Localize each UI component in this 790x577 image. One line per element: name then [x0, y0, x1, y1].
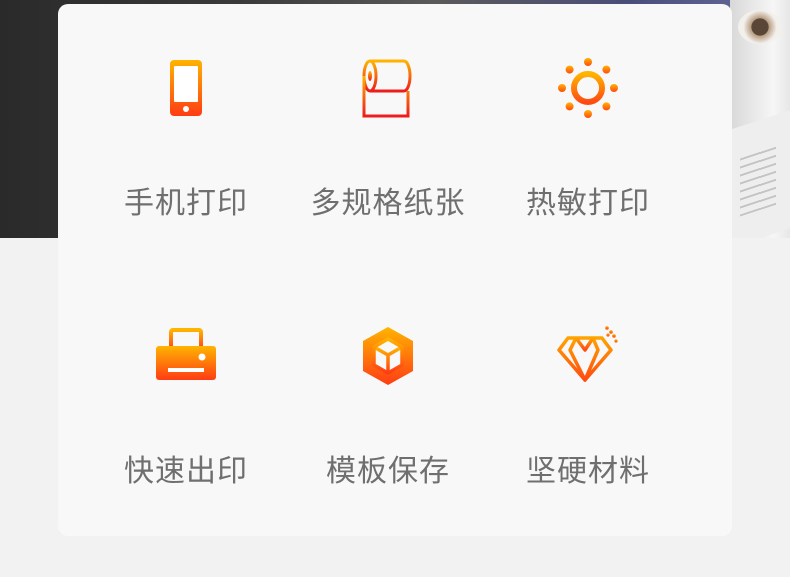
feature-label: 多规格纸张	[310, 186, 466, 221]
feature-fast-print[interactable]: 快速出印	[86, 324, 286, 524]
printed-receipt-photo	[730, 110, 790, 238]
printer-icon	[154, 324, 218, 388]
feature-label: 热敏打印	[526, 186, 650, 221]
feature-mobile-print[interactable]: 手机打印	[86, 56, 286, 256]
feature-hard-material[interactable]: 坚硬材料	[488, 324, 688, 524]
feature-label: 手机打印	[124, 186, 248, 221]
smartphone-icon	[154, 56, 218, 120]
feature-template-save[interactable]: 模板保存	[288, 324, 488, 524]
features-card: 手机打印 多规格纸张 热敏打印 快速出印 模板保存 坚硬材料	[58, 4, 732, 536]
paper-roll-core	[738, 10, 782, 44]
feature-label: 模板保存	[326, 454, 450, 489]
feature-label: 坚硬材料	[526, 454, 650, 489]
paper-roll-icon	[356, 56, 420, 120]
feature-multi-size-paper[interactable]: 多规格纸张	[288, 56, 488, 256]
feature-thermal-print[interactable]: 热敏打印	[488, 56, 688, 256]
diamond-icon	[556, 324, 620, 388]
feature-label: 快速出印	[124, 454, 248, 489]
cube-icon	[356, 324, 420, 388]
sun-icon	[556, 56, 620, 120]
